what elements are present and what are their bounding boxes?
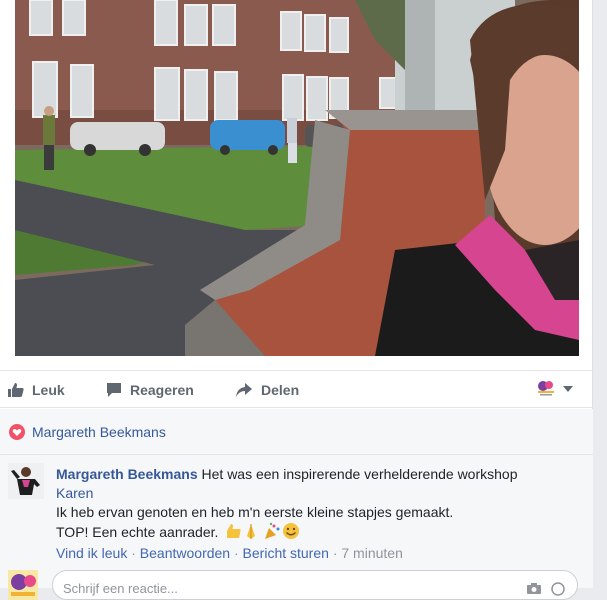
reactor-name-link[interactable]: Margareth Beekmans	[32, 424, 166, 440]
love-reaction-icon	[9, 424, 25, 440]
camera-icon[interactable]	[527, 582, 541, 594]
share-button[interactable]: Delen	[235, 380, 299, 400]
video-player[interactable]	[15, 0, 579, 356]
party-popper-emoji-icon	[265, 522, 280, 539]
smiling-face-emoji-icon	[283, 523, 300, 539]
composer-avatar	[8, 570, 38, 600]
like-button[interactable]: Leuk	[8, 380, 65, 400]
tagged-user-link[interactable]: Karen	[56, 485, 93, 501]
comment-composer[interactable]	[52, 570, 578, 600]
thumbs-up-icon	[8, 383, 24, 397]
thumbs-up-emoji-icon	[227, 524, 241, 538]
composer-icons	[527, 582, 565, 596]
page-selector[interactable]	[535, 379, 573, 399]
comment-label: Reageren	[130, 382, 194, 398]
post-card: Leuk Reageren Delen Margareth Beekmans M…	[0, 0, 593, 600]
comment-line-1: Het was een inspirerende verhelderende w…	[201, 466, 518, 482]
post-action-bar: Leuk Reageren Delen	[0, 370, 593, 408]
comment-reply-link[interactable]: Beantwoorden	[140, 545, 230, 561]
reactions-summary: Margareth Beekmans	[0, 409, 593, 455]
comment-line-3: TOP! Een echte aanrader.	[56, 524, 219, 540]
comment-input[interactable]	[63, 581, 483, 596]
page-logo-icon	[535, 379, 557, 399]
comment-button[interactable]: Reageren	[106, 380, 194, 400]
separator: ·	[131, 545, 136, 561]
avatar[interactable]	[8, 463, 44, 499]
separator: ·	[332, 545, 338, 561]
comments-section: Margareth Beekmans Het was een inspirere…	[0, 455, 593, 600]
comment-author-link[interactable]: Margareth Beekmans	[56, 466, 198, 482]
comment-bubble-icon	[107, 383, 121, 397]
comment-meta: Vind ik leuk · Beantwoorden · Bericht st…	[56, 545, 403, 561]
share-label: Delen	[261, 382, 300, 398]
praying-hands-emoji-icon	[247, 524, 256, 539]
like-label: Leuk	[32, 382, 65, 398]
video-frame-image	[15, 0, 579, 356]
share-arrow-icon	[236, 383, 252, 397]
comment-line-2: Ik heb ervan genoten en heb m'n eerste k…	[56, 504, 454, 520]
comment-timestamp[interactable]: 7 minuten	[341, 545, 402, 561]
chevron-down-icon	[563, 386, 573, 392]
emoji-group	[225, 522, 303, 545]
emoji-picker-icon[interactable]	[551, 582, 565, 596]
comment-body: Margareth Beekmans Het was een inspirere…	[56, 465, 576, 545]
send-message-link[interactable]: Bericht sturen	[243, 545, 329, 561]
separator: ·	[233, 545, 239, 561]
comment-like-link[interactable]: Vind ik leuk	[56, 545, 127, 561]
